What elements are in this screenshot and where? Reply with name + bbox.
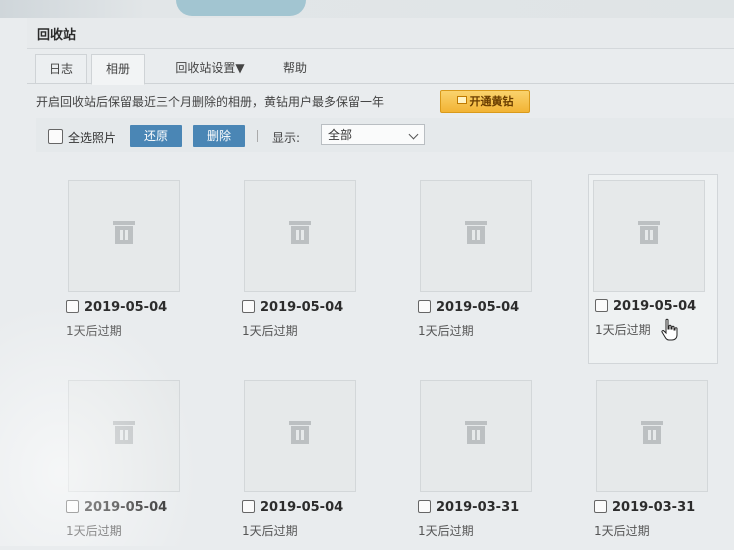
photo-expiry: 1天后过期 bbox=[418, 324, 474, 338]
photo-date: 2019-05-04 bbox=[84, 300, 168, 315]
checkbox-icon bbox=[242, 300, 255, 313]
display-label: 显示: bbox=[272, 131, 301, 145]
open-vip-button[interactable]: 开通黄钻 bbox=[440, 90, 530, 113]
photo-date: 2019-03-31 bbox=[436, 500, 520, 515]
photo-checkbox[interactable]: 2019-05-04 bbox=[242, 300, 343, 315]
trash-icon bbox=[465, 221, 487, 245]
photo-checkbox[interactable]: 2019-05-04 bbox=[242, 500, 343, 515]
photo-date: 2019-05-04 bbox=[436, 300, 520, 315]
hand-pointer-icon bbox=[661, 318, 678, 341]
toolbar: 全选照片 还原 删除 显示: 全部 bbox=[36, 118, 734, 152]
photo-grid: 2019-05-04 1天后过期 2019-05-04 1天后过期 2019-0… bbox=[36, 160, 734, 546]
photo-checkbox[interactable]: 2019-03-31 bbox=[594, 500, 695, 515]
top-strip bbox=[0, 0, 734, 18]
photo-card[interactable]: 2019-05-04 1天后过期 bbox=[236, 180, 356, 350]
trash-icon bbox=[113, 221, 135, 245]
photo-thumbnail[interactable] bbox=[593, 180, 705, 292]
photo-checkbox[interactable]: 2019-03-31 bbox=[418, 500, 519, 515]
select-all-label: 全选照片 bbox=[68, 131, 117, 145]
select-all-checkbox[interactable]: 全选照片 bbox=[48, 129, 116, 146]
photo-date: 2019-03-31 bbox=[612, 500, 696, 515]
checkbox-icon bbox=[48, 129, 63, 144]
chevron-down-icon bbox=[408, 129, 419, 140]
trash-icon bbox=[465, 421, 487, 445]
photo-thumbnail[interactable] bbox=[244, 180, 356, 292]
photo-expiry: 1天后过期 bbox=[418, 524, 474, 538]
photo-expiry: 1天后过期 bbox=[242, 324, 298, 338]
photo-card[interactable]: 2019-05-04 1天后过期 bbox=[588, 174, 718, 364]
photo-card[interactable]: 2019-05-04 1天后过期 bbox=[60, 180, 180, 350]
photo-checkbox[interactable]: 2019-05-04 bbox=[595, 299, 696, 314]
photo-card[interactable]: 2019-05-04 1天后过期 bbox=[412, 180, 532, 350]
photo-expiry: 1天后过期 bbox=[66, 524, 122, 538]
open-vip-label: 开通黄钻 bbox=[469, 95, 514, 108]
photo-date: 2019-05-04 bbox=[613, 299, 697, 314]
tab-bar: 日志 相册 回收站设置▼ 帮助 bbox=[27, 50, 734, 85]
page-title: 回收站 bbox=[37, 28, 77, 43]
photo-expiry: 1天后过期 bbox=[242, 524, 298, 538]
photo-checkbox[interactable]: 2019-05-04 bbox=[418, 300, 519, 315]
photo-date: 2019-05-04 bbox=[84, 500, 168, 515]
tab-help[interactable]: 帮助 bbox=[275, 54, 315, 82]
restore-button[interactable]: 还原 bbox=[130, 125, 182, 147]
title-bar: 回收站 bbox=[27, 18, 734, 49]
display-filter-value: 全部 bbox=[328, 128, 353, 142]
trash-icon bbox=[638, 221, 660, 245]
trash-icon bbox=[289, 221, 311, 245]
trash-icon bbox=[289, 421, 311, 445]
photo-thumbnail[interactable] bbox=[420, 180, 532, 292]
photo-thumbnail[interactable] bbox=[68, 380, 180, 492]
diamond-icon bbox=[456, 96, 467, 104]
trash-icon bbox=[113, 421, 135, 445]
photo-date: 2019-05-04 bbox=[260, 500, 344, 515]
checkbox-icon bbox=[595, 299, 608, 312]
photo-thumbnail[interactable] bbox=[420, 380, 532, 492]
photo-date: 2019-05-04 bbox=[260, 300, 344, 315]
retention-notice: 开启回收站后保留最近三个月删除的相册，黄钻用户最多保留一年 bbox=[36, 95, 385, 109]
checkbox-icon bbox=[418, 500, 431, 513]
photo-expiry: 1天后过期 bbox=[66, 324, 122, 338]
photo-thumbnail[interactable] bbox=[596, 380, 708, 492]
trash-icon bbox=[641, 421, 663, 445]
tab-album[interactable]: 相册 bbox=[91, 54, 145, 85]
tab-diary[interactable]: 日志 bbox=[35, 54, 87, 83]
checkbox-icon bbox=[242, 500, 255, 513]
tab-recycle-settings[interactable]: 回收站设置▼ bbox=[165, 54, 255, 82]
photo-thumbnail[interactable] bbox=[244, 380, 356, 492]
toolbar-divider bbox=[257, 130, 258, 142]
photo-checkbox[interactable]: 2019-05-04 bbox=[66, 300, 167, 315]
display-filter-select[interactable]: 全部 bbox=[321, 124, 425, 145]
photo-card[interactable]: 2019-05-04 1天后过期 bbox=[60, 380, 180, 550]
photo-checkbox[interactable]: 2019-05-04 bbox=[66, 500, 167, 515]
checkbox-icon bbox=[66, 500, 79, 513]
delete-button[interactable]: 删除 bbox=[193, 125, 245, 147]
checkbox-icon bbox=[418, 300, 431, 313]
photo-thumbnail[interactable] bbox=[68, 180, 180, 292]
checkbox-icon bbox=[66, 300, 79, 313]
photo-card[interactable]: 2019-05-04 1天后过期 bbox=[236, 380, 356, 550]
checkbox-icon bbox=[594, 500, 607, 513]
photo-expiry: 1天后过期 bbox=[595, 323, 651, 337]
top-banner-graphic bbox=[176, 0, 306, 16]
photo-card[interactable]: 2019-03-31 1天后过期 bbox=[588, 380, 708, 550]
photo-expiry: 1天后过期 bbox=[594, 524, 650, 538]
photo-card[interactable]: 2019-03-31 1天后过期 bbox=[412, 380, 532, 550]
